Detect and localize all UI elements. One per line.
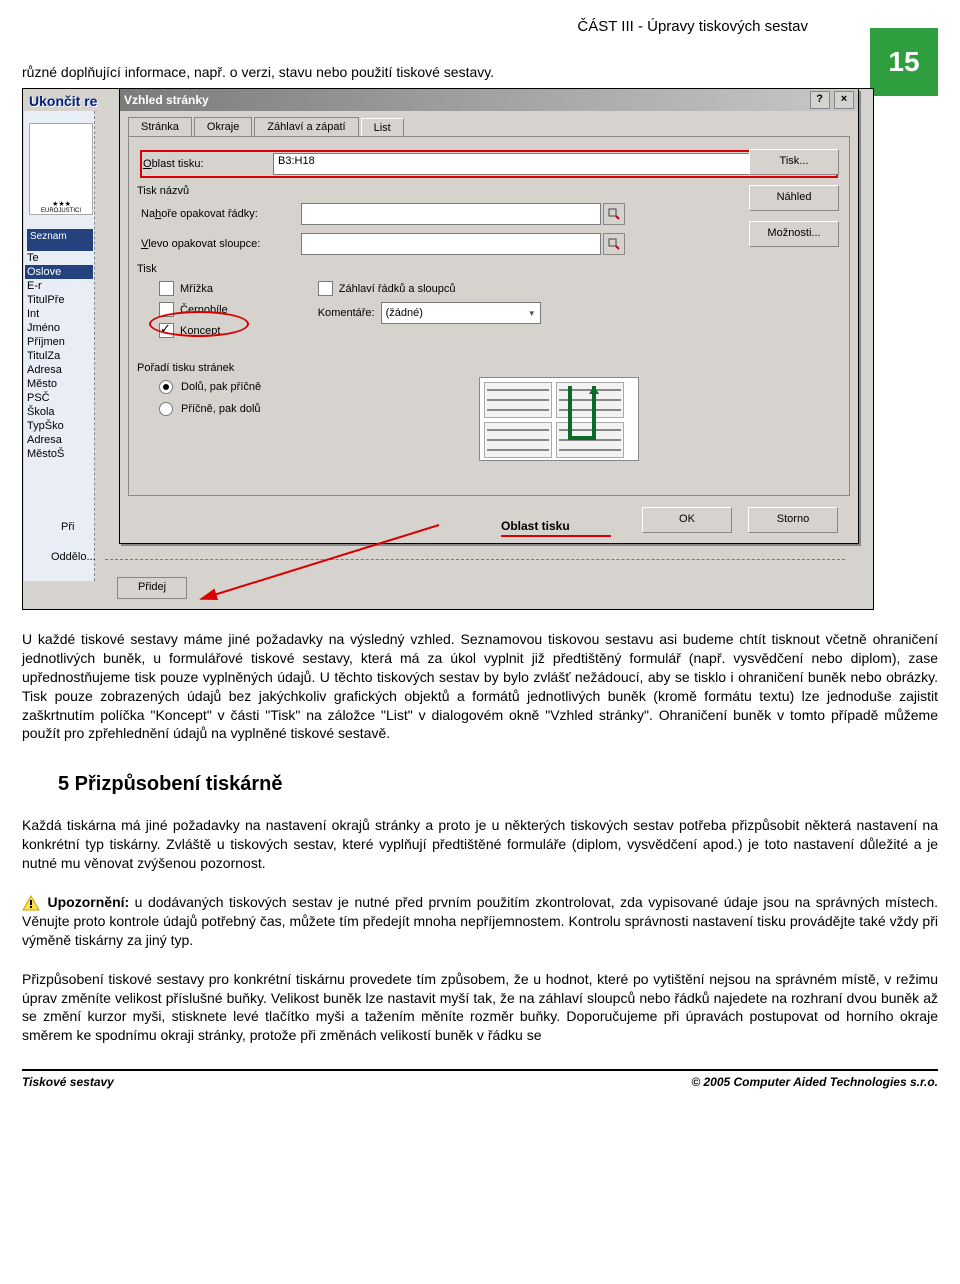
list-item[interactable]: Oslove [25,265,93,279]
paragraph-1: U každé tiskové sestavy máme jiné požada… [22,630,938,743]
down-then-across-label: Dolů, pak příčně [181,381,261,393]
list-item[interactable]: TitulZa [25,349,93,363]
print-area-input[interactable]: B3:H18 [273,153,811,175]
list-item[interactable]: Jméno [25,321,93,335]
list-item[interactable]: Adresa [25,363,93,377]
draft-label: Koncept [180,325,220,337]
tab-str-nka[interactable]: Stránka [128,117,192,136]
paragraph-4: Přizpůsobení tiskové sestavy pro konkrét… [22,970,938,1046]
page-number-badge: 15 [870,28,938,96]
footer-left: Tiskové sestavy [22,1075,114,1089]
group-print-titles: Tisk názvů [137,185,837,197]
across-then-down-radio[interactable] [159,402,173,416]
section-divider [105,559,845,560]
logo-image: ★ ★ ★ EUROJUSTICI [29,123,93,215]
list-item[interactable]: TypŠko [25,419,93,433]
close-button[interactable]: × [834,91,854,109]
preview-button[interactable]: Náhled [749,185,839,211]
down-then-across-radio[interactable] [159,380,173,394]
repeat-rows-label: Nahoře opakovat řádky: [141,208,301,220]
help-button[interactable]: ? [810,91,830,109]
gridlines-label: Mřížka [180,283,213,295]
callout-label: Oblast tisku [501,519,570,533]
list-item[interactable]: MěstoŠ [25,447,93,461]
list-item[interactable]: E-r [25,279,93,293]
tab-strip: StránkaOkrajeZáhlaví a zápatíList [120,111,858,136]
tab-okraje[interactable]: Okraje [194,117,252,136]
print-area-row: Oblast tisku: B3:H18 [141,151,837,177]
repeat-rows-input[interactable] [301,203,601,225]
list-item[interactable]: Příjmen [25,335,93,349]
range-picker-icon[interactable] [603,203,625,225]
paragraph-3-warning: Upozornění: u dodávaných tiskových sesta… [22,893,938,950]
list-item[interactable]: Adresa [25,433,93,447]
comments-label: Komentáře: [318,307,375,319]
pridej-button[interactable]: Přidej [117,577,187,599]
list-item[interactable]: PSČ [25,391,93,405]
page-footer: Tiskové sestavy © 2005 Computer Aided Te… [22,1069,938,1089]
dialog-titlebar: Vzhled stránky ? × [120,89,858,111]
seznam-badge: Seznam [27,229,93,251]
part-title: ČÁST III - Úpravy tiskových sestav [577,18,808,35]
background-window-title: Ukončit re [29,93,97,109]
tab-list[interactable]: List [361,118,404,137]
repeat-cols-label: Vlevo opakovat sloupce: [141,238,301,250]
list-item[interactable]: TitulPře [25,293,93,307]
page-order-diagram [479,377,639,461]
repeat-cols-input[interactable] [301,233,601,255]
row-col-headers-label: Záhlaví řádků a sloupců [339,283,456,295]
warning-icon [22,895,40,911]
range-picker-icon[interactable] [603,233,625,255]
blackwhite-label: Černobíle [180,304,228,316]
options-button[interactable]: Možnosti... [749,221,839,247]
callout-underline [501,535,611,537]
list-item[interactable]: Škola [25,405,93,419]
gridlines-checkbox[interactable] [159,281,174,296]
blackwhite-checkbox[interactable] [159,302,174,317]
section-5-heading: 5 Přizpůsobení tiskárně [58,773,938,796]
tab-z-hlav-a-z-pat-[interactable]: Záhlaví a zápatí [254,117,358,136]
list-item[interactable]: Te [25,251,93,265]
odd-label: Oddělo... [51,551,96,563]
field-list: TeOsloveE-rTitulPřeIntJménoPříjmenTitulZ… [25,251,93,461]
group-page-order: Pořadí tisku stránek [137,362,837,374]
across-then-down-label: Příčně, pak dolů [181,403,261,415]
screenshot-container: Ukončit re ★ ★ ★ EUROJUSTICI Seznam TeOs… [22,88,874,610]
row-col-headers-checkbox[interactable] [318,281,333,296]
list-item[interactable]: Int [25,307,93,321]
paragraph-2: Každá tiskárna má jiné požadavky na nast… [22,816,938,873]
ok-button[interactable]: OK [642,507,732,533]
dialog-title: Vzhled stránky [124,93,209,107]
list-item[interactable]: Město [25,377,93,391]
group-print: Tisk [137,263,837,275]
pri-label: Při [61,521,74,533]
cancel-button[interactable]: Storno [748,507,838,533]
chevron-down-icon: ▼ [528,309,536,318]
footer-right: © 2005 Computer Aided Technologies s.r.o… [691,1075,938,1089]
warning-label: Upozornění: [48,894,130,910]
page-setup-dialog: Vzhled stránky ? × StránkaOkrajeZáhlaví … [119,89,859,544]
intro-text: různé doplňující informace, např. o verz… [22,64,938,80]
tab-panel-list: Oblast tisku: B3:H18 Tisk názvů Nahoře o… [128,136,850,496]
print-button[interactable]: Tisk... [749,149,839,175]
draft-checkbox[interactable] [159,323,174,338]
comments-select[interactable]: (žádné)▼ [381,302,541,324]
print-area-label: Oblast tisku: [143,158,273,170]
